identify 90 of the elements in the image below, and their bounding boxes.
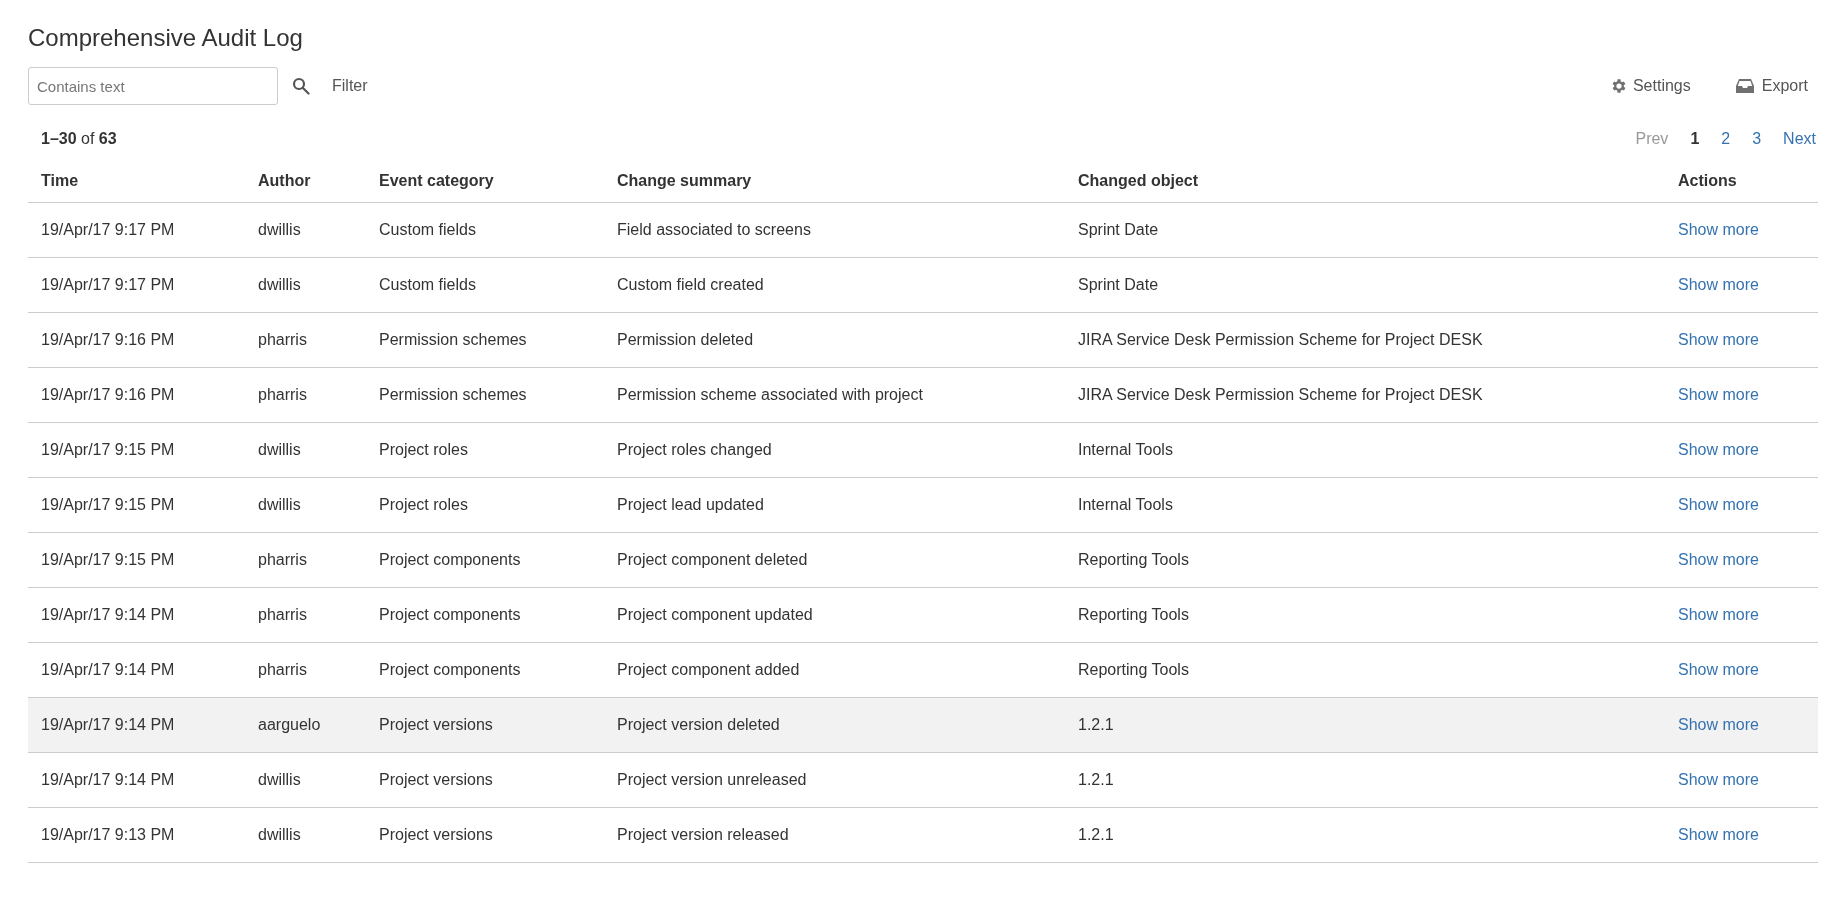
column-header: Author [245,160,366,202]
table-cell: 19/Apr/17 9:15 PM [28,477,245,532]
table-cell: 1.2.1 [1065,697,1665,752]
show-more-link[interactable]: Show more [1678,440,1759,458]
show-more-link[interactable]: Show more [1678,605,1759,623]
table-cell: dwillis [245,807,366,862]
page-link[interactable]: 2 [1721,127,1731,151]
column-header: Time [28,160,245,202]
table-cell: Custom fields [366,257,604,312]
result-count: 1–30 of 63 [41,129,117,149]
table-cell: Reporting Tools [1065,642,1665,697]
table-cell: dwillis [245,257,366,312]
search-icon[interactable] [292,77,310,95]
show-more-link[interactable]: Show more [1678,770,1759,788]
table-cell: dwillis [245,202,366,257]
table-cell: Project version deleted [604,697,1065,752]
table-cell: Reporting Tools [1065,532,1665,587]
column-header: Actions [1665,160,1818,202]
table-cell: 19/Apr/17 9:17 PM [28,257,245,312]
show-more-link[interactable]: Show more [1678,495,1759,513]
show-more-link[interactable]: Show more [1678,220,1759,238]
table-cell: Project component deleted [604,532,1065,587]
table-cell: Project components [366,532,604,587]
table-cell: 19/Apr/17 9:14 PM [28,697,245,752]
column-header: Event category [366,160,604,202]
show-more-link[interactable]: Show more [1678,550,1759,568]
table-cell: Reporting Tools [1065,587,1665,642]
show-more-link[interactable]: Show more [1678,715,1759,733]
table-cell: pharris [245,532,366,587]
page-link[interactable]: 1 [1690,127,1700,151]
settings-button[interactable]: Settings [1609,74,1691,98]
table-cell: 19/Apr/17 9:14 PM [28,752,245,807]
show-more-link[interactable]: Show more [1678,385,1759,403]
table-cell: pharris [245,587,366,642]
show-more-link[interactable]: Show more [1678,825,1759,843]
table-cell: 19/Apr/17 9:15 PM [28,422,245,477]
table-cell: Sprint Date [1065,257,1665,312]
table-cell: Project components [366,642,604,697]
table-cell: 19/Apr/17 9:16 PM [28,312,245,367]
table-cell: pharris [245,367,366,422]
export-button[interactable]: Export [1734,74,1808,98]
table-cell: 1.2.1 [1065,807,1665,862]
table-cell: Project versions [366,752,604,807]
table-cell: Project roles [366,422,604,477]
table-cell: Permission schemes [366,367,604,422]
table-cell: 19/Apr/17 9:14 PM [28,587,245,642]
filter-button[interactable]: Filter [332,74,368,98]
table-cell: Project component added [604,642,1065,697]
page-title: Comprehensive Audit Log [28,23,304,53]
table-cell: dwillis [245,477,366,532]
table-cell: 19/Apr/17 9:13 PM [28,807,245,862]
table-cell: Project versions [366,807,604,862]
table-cell: Custom field created [604,257,1065,312]
column-header: Change summary [604,160,1065,202]
table-cell: Sprint Date [1065,202,1665,257]
table-cell: Internal Tools [1065,477,1665,532]
table-cell: JIRA Service Desk Permission Scheme for Project DESK [1065,367,1665,422]
search-field[interactable]: Contains text [28,67,278,105]
table-cell: 19/Apr/17 9:15 PM [28,532,245,587]
table-cell: Project versions [366,697,604,752]
table-cell: Permission deleted [604,312,1065,367]
table-cell: Project components [366,587,604,642]
page-link[interactable]: 3 [1752,127,1762,151]
table-cell: 1.2.1 [1065,752,1665,807]
table-cell: dwillis [245,752,366,807]
table-cell: Permission scheme associated with project [604,367,1065,422]
table-cell: 19/Apr/17 9:16 PM [28,367,245,422]
table-cell: Field associated to screens [604,202,1065,257]
table-cell: dwillis [245,422,366,477]
show-more-link[interactable]: Show more [1678,660,1759,678]
show-more-link[interactable]: Show more [1678,330,1759,348]
show-more-link[interactable]: Show more [1678,275,1759,293]
table-cell: Project lead updated [604,477,1065,532]
table-cell: aarguelo [245,697,366,752]
next-link[interactable]: Next [1783,127,1816,151]
table-cell: Custom fields [366,202,604,257]
table-cell: Internal Tools [1065,422,1665,477]
table-cell: pharris [245,642,366,697]
table-cell: Project version released [604,807,1065,862]
table-cell: Permission schemes [366,312,604,367]
table-cell: pharris [245,312,366,367]
table-cell: 19/Apr/17 9:14 PM [28,642,245,697]
table-cell: JIRA Service Desk Permission Scheme for Project DESK [1065,312,1665,367]
table-cell: Project roles [366,477,604,532]
table-cell: Project roles changed [604,422,1065,477]
table-cell: Project component updated [604,587,1065,642]
column-header: Changed object [1065,160,1665,202]
table-cell: Project version unreleased [604,752,1065,807]
tray-icon [1734,78,1755,94]
table-cell: 19/Apr/17 9:17 PM [28,202,245,257]
